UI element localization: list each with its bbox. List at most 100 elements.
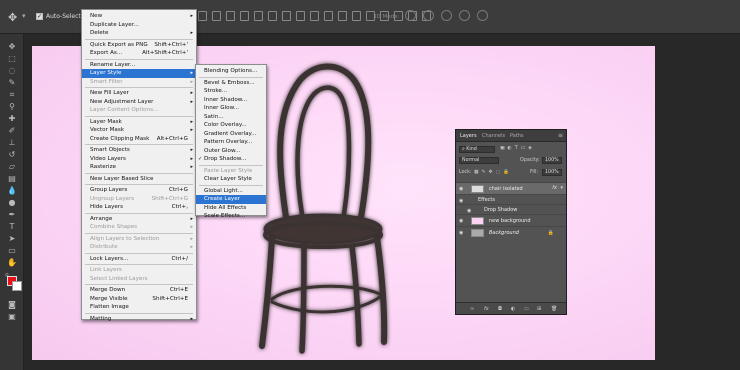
opacity-field[interactable]: 100% <box>542 157 562 164</box>
pan-3d-icon[interactable] <box>441 10 452 21</box>
pen-icon[interactable]: ✒ <box>7 210 17 220</box>
layer-style-item-color-overlay[interactable]: Color Overlay... <box>196 121 266 130</box>
layer-menu-item-new-adjustment-layer[interactable]: New Adjustment Layer ▸ <box>82 98 196 107</box>
layer-style-item-stroke[interactable]: Stroke... <box>196 87 266 96</box>
layer-menu-item-delete[interactable]: Delete ▸ <box>82 29 196 38</box>
layer-menu-item-video-layers[interactable]: Video Layers ▸ <box>82 155 196 164</box>
lasso-icon[interactable]: ◌ <box>7 66 17 76</box>
layer-style-item-scale-effects[interactable]: Scale Effects... <box>196 212 266 221</box>
drop-shadow-effect-row[interactable]: ◉ Drop Shadow <box>456 204 566 214</box>
layer-style-item-drop-shadow[interactable]: ✓ Drop Shadow... <box>196 155 266 164</box>
layer-menu-item-export-as[interactable]: Export As... Alt+Shift+Ctrl+' <box>82 49 196 58</box>
quick-select-icon[interactable]: ✎ <box>7 78 17 88</box>
type-icon[interactable]: T <box>7 222 17 232</box>
layer-style-item-pattern-overlay[interactable]: Pattern Overlay... <box>196 138 266 147</box>
layer-menu-item-group-layers[interactable]: Group Layers Ctrl+G <box>82 186 196 195</box>
history-brush-icon[interactable]: ↺ <box>7 150 17 160</box>
blur-icon[interactable]: 💧 <box>7 186 17 196</box>
brush-icon[interactable]: ✐ <box>7 126 17 136</box>
distribute-icon[interactable] <box>352 11 361 21</box>
fx-icon[interactable]: fx <box>484 306 489 312</box>
lock-icon[interactable]: 🔒 <box>548 230 554 236</box>
filter-icons[interactable]: ▣◐T▭◈ <box>500 146 535 151</box>
panel-menu-icon[interactable]: ≡ <box>558 132 563 139</box>
layer-menu-item-smart-objects[interactable]: Smart Objects ▸ <box>82 146 196 155</box>
layer-menu-item-duplicate-layer[interactable]: Duplicate Layer... <box>82 21 196 30</box>
link-icon[interactable]: ∞ <box>470 306 474 312</box>
layer-menu-item-merge-visible[interactable]: Merge Visible Shift+Ctrl+E <box>82 295 196 304</box>
layer-menu-item-new[interactable]: New ▸ <box>82 12 196 21</box>
eyedropper-icon[interactable]: ⚲ <box>7 102 17 112</box>
lock-icons[interactable]: ▦✎✥⬚🔒 <box>474 170 512 175</box>
scale-3d-icon[interactable] <box>477 10 488 21</box>
layer-menu-item-flatten-image[interactable]: Flatten Image <box>82 303 196 312</box>
distribute-icon[interactable] <box>324 11 333 21</box>
roll-3d-icon[interactable] <box>423 10 434 21</box>
layer-style-item-hide-all-effects[interactable]: Hide All Effects <box>196 204 266 213</box>
chevron-down-icon[interactable]: ▾ <box>560 185 563 191</box>
align-top-icon[interactable] <box>240 11 249 21</box>
fill-field[interactable]: 100% <box>542 169 562 176</box>
orbit-3d-icon[interactable] <box>405 10 416 21</box>
layer-row-background[interactable]: ◉ Background 🔒 <box>456 226 566 238</box>
marquee-icon[interactable]: ⬚ <box>7 54 17 64</box>
distribute-icon[interactable] <box>310 11 319 21</box>
layer-menu-item-new-layer-based-slice[interactable]: New Layer Based Slice <box>82 175 196 184</box>
background-color-swatch[interactable] <box>12 281 22 291</box>
layer-style-item-inner-glow[interactable]: Inner Glow... <box>196 104 266 113</box>
layer-style-item-outer-glow[interactable]: Outer Glow... <box>196 147 266 156</box>
layer-menu-item-quick-export-as-png[interactable]: Quick Export as PNG Shift+Ctrl+' <box>82 41 196 50</box>
path-select-icon[interactable]: ➤ <box>7 234 17 244</box>
layer-style-item-blending-options[interactable]: Blending Options... <box>196 67 266 76</box>
layer-menu-item-rename-layer[interactable]: Rename Layer... <box>82 61 196 70</box>
chevron-down-icon[interactable]: ▾ <box>22 12 26 20</box>
layer-menu-item-lock-layers[interactable]: Lock Layers... Ctrl+/ <box>82 255 196 264</box>
layer-style-item-clear-layer-style[interactable]: Clear Layer Style <box>196 175 266 184</box>
quick-mask-icon[interactable]: ◙ <box>7 300 17 310</box>
layer-menu-item-new-fill-layer[interactable]: New Fill Layer ▸ <box>82 89 196 98</box>
slide-3d-icon[interactable] <box>459 10 470 21</box>
adjustment-icon[interactable]: ◐ <box>511 306 515 312</box>
clone-stamp-icon[interactable]: ⊥ <box>7 138 17 148</box>
layer-row-new-background[interactable]: ◉ new background <box>456 214 566 226</box>
align-left-icon[interactable] <box>198 11 207 21</box>
filter-kind-select[interactable]: ⌕ Kind <box>459 146 495 153</box>
layer-menu-item-matting[interactable]: Matting ▸ <box>82 315 196 324</box>
tab-paths[interactable]: Paths <box>510 133 524 139</box>
blend-mode-select[interactable]: Normal <box>459 157 499 164</box>
layer-menu-item-hide-layers[interactable]: Hide Layers Ctrl+, <box>82 203 196 212</box>
layer-style-item-bevel-emboss[interactable]: Bevel & Emboss... <box>196 79 266 88</box>
group-icon[interactable]: ▭ <box>524 306 529 312</box>
fx-badge[interactable]: fx <box>552 185 557 191</box>
distribute-icon[interactable] <box>282 11 291 21</box>
layer-menu-item-layer-style[interactable]: Layer Style ▸ <box>82 69 196 78</box>
layer-menu-item-create-clipping-mask[interactable]: Create Clipping Mask Alt+Ctrl+G <box>82 135 196 144</box>
layer-style-item-inner-shadow[interactable]: Inner Shadow... <box>196 96 266 105</box>
gradient-icon[interactable]: ▤ <box>7 174 17 184</box>
dodge-icon[interactable]: ● <box>7 198 17 208</box>
eraser-icon[interactable]: ▱ <box>7 162 17 172</box>
layer-menu-item-vector-mask[interactable]: Vector Mask ▸ <box>82 126 196 135</box>
auto-select-checkbox[interactable]: ✓ <box>36 13 43 20</box>
tab-channels[interactable]: Channels <box>482 133 505 139</box>
eye-icon[interactable]: ◉ <box>459 186 463 192</box>
distribute-icon[interactable] <box>296 11 305 21</box>
align-right-icon[interactable] <box>226 11 235 21</box>
eye-icon[interactable]: ◉ <box>459 218 463 224</box>
healing-icon[interactable]: ✚ <box>7 114 17 124</box>
rectangle-icon[interactable]: ▭ <box>7 246 17 256</box>
align-center-icon[interactable] <box>212 11 221 21</box>
layer-style-item-global-light[interactable]: Global Light... <box>196 187 266 196</box>
layer-style-item-gradient-overlay[interactable]: Gradient Overlay... <box>196 130 266 139</box>
mask-icon[interactable]: ◘ <box>498 306 502 312</box>
tab-layers[interactable]: Layers <box>460 133 477 139</box>
align-bottom-icon[interactable] <box>268 11 277 21</box>
layer-style-item-satin[interactable]: Satin... <box>196 113 266 122</box>
hand-icon[interactable]: ✋ <box>7 258 17 268</box>
layer-menu-item-rasterize[interactable]: Rasterize ▸ <box>82 163 196 172</box>
align-middle-icon[interactable] <box>254 11 263 21</box>
layer-menu-item-arrange[interactable]: Arrange ▸ <box>82 215 196 224</box>
layer-menu-item-merge-down[interactable]: Merge Down Ctrl+E <box>82 286 196 295</box>
layer-menu-item-layer-mask[interactable]: Layer Mask ▸ <box>82 118 196 127</box>
move-arrows-icon[interactable]: ✥ <box>8 11 17 24</box>
